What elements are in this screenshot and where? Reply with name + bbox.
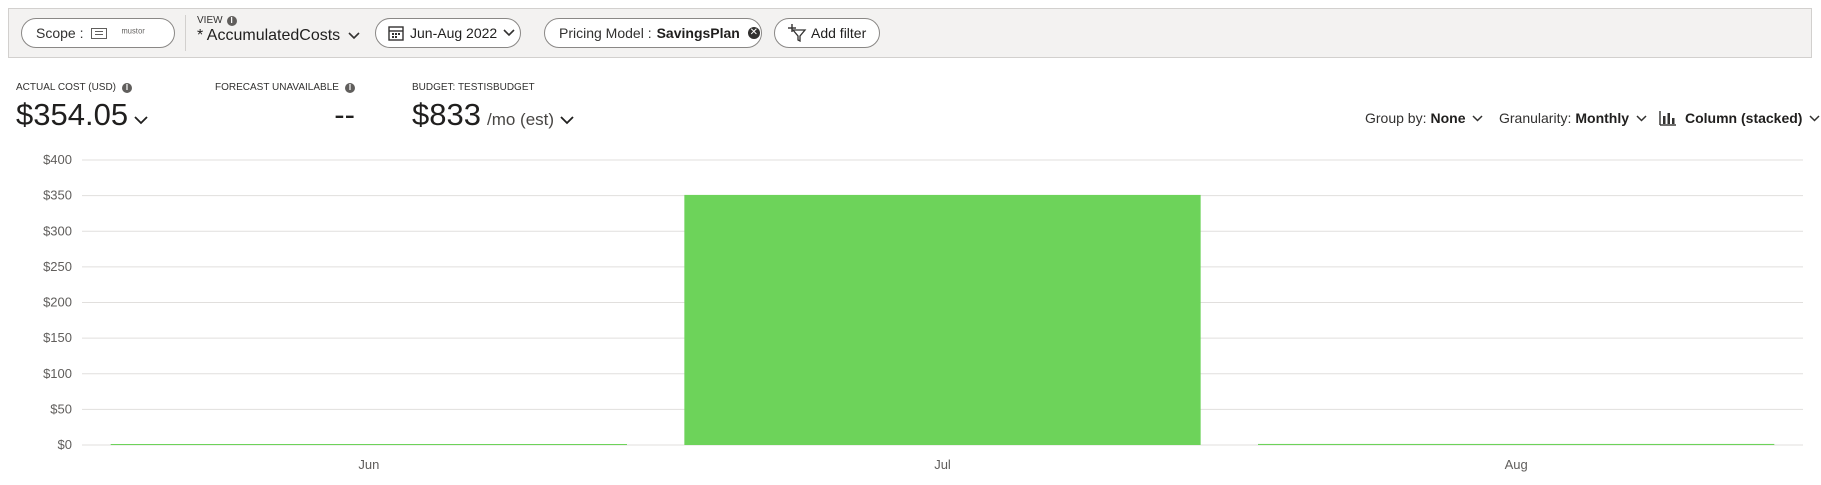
bar	[684, 194, 1201, 445]
y-tick-label: $100	[43, 366, 72, 381]
y-tick-label: $50	[50, 401, 72, 416]
x-tick-label: Jul	[934, 457, 951, 472]
y-tick-label: $300	[43, 223, 72, 238]
y-tick-label: $400	[43, 152, 72, 167]
x-tick-label: Jun	[358, 457, 379, 472]
y-tick-label: $200	[43, 295, 72, 310]
y-tick-label: $350	[43, 188, 72, 203]
x-tick-label: Aug	[1505, 457, 1528, 472]
y-tick-label: $150	[43, 330, 72, 345]
bar	[110, 444, 627, 445]
y-tick-label: $250	[43, 259, 72, 274]
bar	[1258, 443, 1775, 445]
cost-chart: $0 $50 $100 $150 $200 $250 $300 $350 $400 Jun Jul A…	[43, 152, 1803, 472]
y-tick-label: $0	[58, 437, 72, 452]
